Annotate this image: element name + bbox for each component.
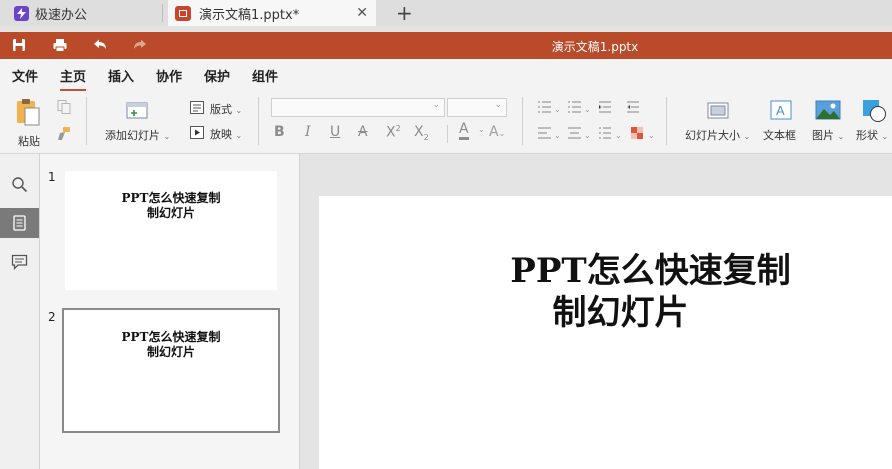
- shape-label: 形状: [856, 129, 878, 142]
- tab-document[interactable]: 演示文稿1.pptx* ✕: [168, 0, 376, 26]
- app-logo-icon: [14, 5, 29, 21]
- font-size-select[interactable]: ⌄: [447, 98, 507, 117]
- chevron-down-icon: ⌄: [881, 132, 889, 141]
- font-color-icon[interactable]: A: [459, 122, 469, 140]
- chevron-down-icon: ⌄: [743, 132, 751, 141]
- clipboard-icon: [17, 99, 40, 126]
- left-toolbar: [0, 154, 40, 469]
- slide-thumbnail-panel: 1 PPT怎么快速复制 制幻灯片 2 PPT怎么快速复制 制幻灯片: [40, 154, 300, 469]
- bold-icon[interactable]: B: [274, 124, 285, 140]
- copy-icon[interactable]: [56, 99, 72, 115]
- add-slide-button[interactable]: 添加幻灯片 ⌄: [105, 127, 170, 143]
- format-painter-icon[interactable]: [56, 126, 72, 142]
- play-label: 放映: [210, 128, 232, 141]
- comment-icon[interactable]: [11, 254, 28, 270]
- chevron-down-icon: ⌄: [163, 132, 171, 141]
- tab-bar: 极速办公 演示文稿1.pptx* ✕ +: [0, 0, 892, 26]
- menu-home[interactable]: 主页: [60, 66, 87, 91]
- thumbnail-title-line: PPT怎么快速复制: [121, 191, 221, 205]
- chevron-down-icon: ⌄: [432, 100, 440, 110]
- title-bar: 演示文稿1.pptx: [0, 32, 892, 59]
- image-label: 图片: [812, 129, 834, 142]
- underline-icon[interactable]: U: [330, 124, 340, 140]
- search-icon[interactable]: [11, 176, 28, 193]
- menu-protect[interactable]: 保护: [204, 66, 230, 85]
- ribbon-divider: [258, 97, 259, 145]
- play-button[interactable]: 放映 ⌄: [210, 126, 242, 142]
- layout-button[interactable]: 版式 ⌄: [210, 101, 242, 117]
- svg-text:A: A: [776, 103, 785, 118]
- chevron-down-icon: ⌄: [478, 125, 485, 134]
- slides-panel-toggle[interactable]: [0, 208, 39, 238]
- slide-size-button[interactable]: 幻灯片大小 ⌄: [685, 127, 750, 143]
- paste-label: 粘贴: [18, 135, 40, 148]
- menu-collaborate[interactable]: 协作: [156, 66, 182, 85]
- italic-icon[interactable]: I: [305, 124, 311, 140]
- svg-text:⌄: ⌄: [584, 105, 591, 114]
- svg-text:⌄: ⌄: [584, 131, 591, 140]
- svg-text:⌄: ⌄: [648, 131, 655, 140]
- ribbon-divider: [522, 97, 523, 145]
- svg-text:⌄: ⌄: [554, 105, 561, 114]
- layout-icon: [190, 101, 204, 114]
- menu-bar: 文件 主页 插入 协作 保护 组件: [0, 59, 892, 91]
- add-slide-label: 添加幻灯片: [105, 129, 160, 142]
- menu-insert[interactable]: 插入: [108, 66, 134, 85]
- close-tab-icon[interactable]: ✕: [356, 5, 368, 21]
- tab-divider: [162, 4, 163, 22]
- chevron-down-icon: ⌄: [235, 131, 243, 140]
- list-buttons[interactable]: ⌄ ⌄: [537, 100, 657, 114]
- slide-editor-canvas: PPT怎么快速复制 制幻灯片: [301, 154, 892, 469]
- shape-icon[interactable]: [862, 99, 888, 123]
- slide-size-label: 幻灯片大小: [685, 129, 740, 142]
- play-icon: [190, 126, 204, 139]
- chevron-down-icon: ⌄: [494, 100, 502, 110]
- menu-components[interactable]: 组件: [252, 66, 278, 85]
- document-title: 演示文稿1.pptx: [551, 40, 639, 54]
- add-slide-icon[interactable]: [125, 100, 149, 120]
- slide-number: 1: [48, 170, 56, 184]
- tab-home-label: 极速办公: [35, 7, 88, 23]
- slide-thumbnail-2[interactable]: PPT怎么快速复制 制幻灯片: [62, 308, 280, 433]
- strikethrough-icon[interactable]: A: [358, 124, 368, 140]
- image-icon[interactable]: [815, 100, 841, 120]
- ribbon-toolbar: 粘贴 添加幻灯片 ⌄ 版式 ⌄ 放映 ⌄ ⌄ ⌄ B I U A X2 X2 A…: [0, 91, 892, 154]
- ribbon-divider: [86, 97, 87, 145]
- ribbon-divider: [447, 125, 448, 143]
- chevron-down-icon: ⌄: [837, 132, 845, 141]
- slide-number: 2: [48, 310, 56, 324]
- thumbnail-title-line: 制幻灯片: [146, 206, 195, 220]
- slide-title-line: PPT怎么快速复制: [510, 251, 791, 291]
- menu-file[interactable]: 文件: [12, 66, 38, 85]
- chevron-down-icon: ⌄: [235, 106, 243, 115]
- textbox-button[interactable]: 文本框: [763, 127, 796, 143]
- svg-text:⌄: ⌄: [554, 131, 561, 140]
- font-family-select[interactable]: ⌄: [271, 98, 445, 117]
- thumbnail-title-line: 制幻灯片: [146, 345, 195, 359]
- new-tab-icon[interactable]: +: [396, 1, 413, 25]
- layout-label: 版式: [210, 103, 232, 116]
- slide-title[interactable]: PPT怎么快速复制 制幻灯片: [319, 250, 892, 334]
- shape-button[interactable]: 形状 ⌄: [856, 127, 888, 143]
- alignment-buttons[interactable]: ⌄ ⌄ ⌄ ⌄: [537, 126, 662, 140]
- subscript-icon[interactable]: X2: [414, 124, 429, 142]
- slide-size-icon[interactable]: [706, 100, 730, 120]
- thumbnail-title-line: PPT怎么快速复制: [121, 330, 221, 344]
- slide-thumbnail-1[interactable]: PPT怎么快速复制 制幻灯片: [65, 171, 277, 290]
- thumbnail-title: PPT怎么快速复制 制幻灯片: [122, 191, 221, 290]
- thumbnail-title: PPT怎么快速复制 制幻灯片: [122, 330, 221, 431]
- slides-icon: [13, 215, 26, 231]
- superscript-icon[interactable]: X2: [386, 124, 401, 141]
- tab-home[interactable]: 极速办公: [0, 0, 160, 26]
- highlight-color-icon[interactable]: A⌄: [489, 124, 505, 140]
- paste-button[interactable]: 粘贴: [10, 97, 44, 149]
- ribbon-divider: [666, 97, 667, 145]
- svg-text:⌄: ⌄: [615, 131, 622, 140]
- presentation-file-icon: [175, 5, 191, 21]
- image-button[interactable]: 图片 ⌄: [812, 127, 844, 143]
- textbox-icon[interactable]: A: [769, 100, 793, 120]
- current-slide[interactable]: PPT怎么快速复制 制幻灯片: [319, 196, 892, 469]
- tab-document-label: 演示文稿1.pptx*: [199, 7, 300, 23]
- slide-title-line: 制幻灯片: [552, 293, 689, 333]
